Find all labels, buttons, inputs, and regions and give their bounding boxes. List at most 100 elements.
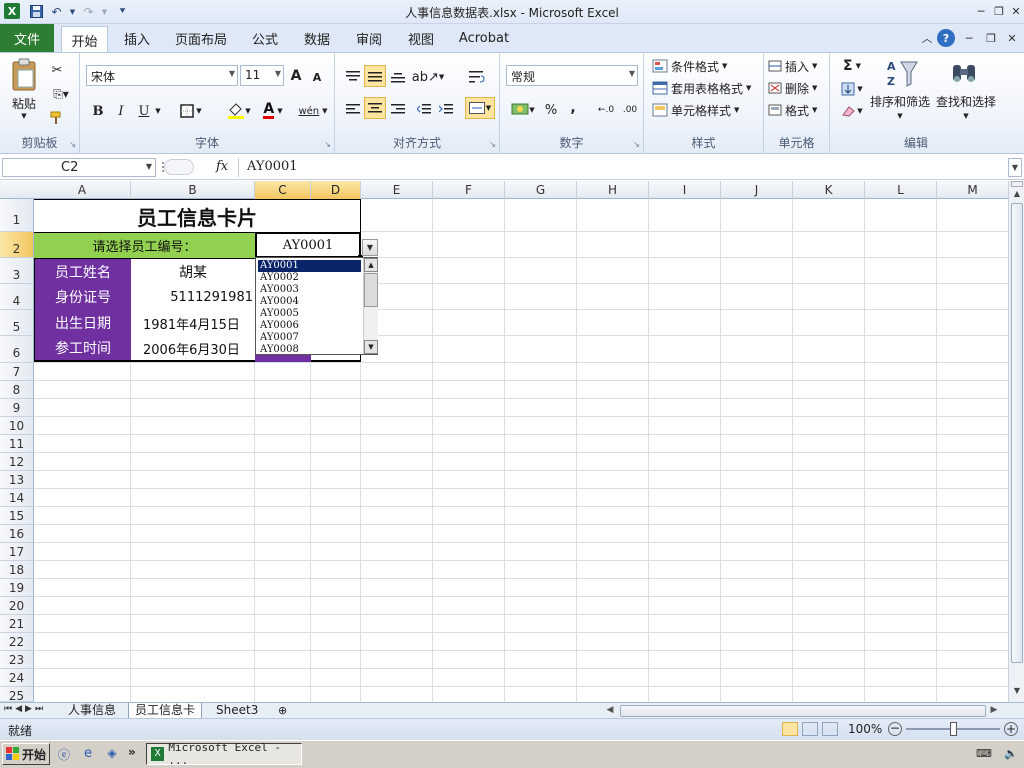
align-right-icon[interactable] <box>388 99 408 119</box>
quick-launch-ie-icon[interactable]: ⓔ <box>56 746 72 762</box>
shrink-font-button[interactable]: A <box>310 69 324 85</box>
row-header-10[interactable]: 10 <box>0 417 34 435</box>
row-header-5[interactable]: 5 <box>0 310 34 336</box>
tab-formulas[interactable]: 公式 <box>244 24 286 52</box>
zoom-in-icon[interactable]: + <box>1004 722 1018 736</box>
minimize-button[interactable]: ─ <box>972 3 990 19</box>
row-header-24[interactable]: 24 <box>0 669 34 687</box>
list-item[interactable]: AY0007 <box>258 332 361 344</box>
page-layout-view-icon[interactable] <box>802 722 818 736</box>
scroll-up-icon[interactable]: ▲ <box>364 258 378 272</box>
cell-grid[interactable]: 员工信息卡片 请选择员工编号： AY0001 ▼ 员工姓名 胡某 身份证号 51… <box>34 199 1008 702</box>
clear-icon[interactable]: ▼ <box>838 101 866 121</box>
restore-button[interactable]: ❐ <box>990 3 1008 19</box>
scroll-right-icon[interactable]: ▶ <box>988 705 1000 717</box>
row-header-6[interactable]: 6 <box>0 336 34 363</box>
insert-cells-button[interactable]: 插入 ▼ <box>768 56 828 76</box>
formula-input[interactable]: AY0001 <box>238 158 1008 177</box>
bold-button[interactable]: B <box>89 101 107 121</box>
scroll-thumb[interactable] <box>364 273 378 307</box>
column-header-k[interactable]: K <box>793 181 865 199</box>
field-value-id[interactable]: 5111291981 <box>131 284 255 310</box>
name-box[interactable]: C2 ▼ <box>2 158 156 177</box>
align-left-icon[interactable] <box>343 99 363 119</box>
sort-filter-dropdown-icon[interactable]: ▼ <box>894 111 906 121</box>
column-header-j[interactable]: J <box>721 181 793 199</box>
list-item[interactable]: AY0002 <box>258 272 361 284</box>
employee-id-cell[interactable]: AY0001 <box>255 232 361 258</box>
row-header-3[interactable]: 3 <box>0 258 34 284</box>
zoom-out-icon[interactable]: − <box>888 722 902 736</box>
list-item[interactable]: AY0001 <box>258 260 361 272</box>
row-header-1[interactable]: 1 <box>0 199 34 232</box>
cut-icon[interactable]: ✂ <box>48 61 66 79</box>
start-button[interactable]: 开始 <box>2 743 50 765</box>
align-center-icon[interactable] <box>364 97 386 119</box>
autosum-button[interactable]: Σ ▼ <box>838 56 866 76</box>
font-color-button[interactable]: A ▼ <box>258 101 288 121</box>
tab-review[interactable]: 审阅 <box>348 24 390 52</box>
cell-styles-button[interactable]: 单元格样式 ▼ <box>652 100 762 120</box>
tab-view[interactable]: 视图 <box>400 24 442 52</box>
decrease-decimal-button[interactable]: .00 <box>620 101 640 119</box>
insert-function-button[interactable]: fx <box>216 159 234 177</box>
list-item[interactable]: AY0006 <box>258 320 361 332</box>
decrease-indent-icon[interactable] <box>414 99 434 119</box>
taskbar-excel-button[interactable]: X Microsoft Excel - ... <box>146 741 302 767</box>
zoom-slider-thumb[interactable] <box>950 722 957 736</box>
row-header-22[interactable]: 22 <box>0 633 34 651</box>
format-as-table-button[interactable]: 套用表格格式 ▼ <box>652 78 764 98</box>
font-name-combo[interactable]: 宋体 ▼ <box>86 65 238 86</box>
scroll-down-icon[interactable]: ▼ <box>1010 686 1024 698</box>
row-header-17[interactable]: 17 <box>0 543 34 561</box>
copy-icon[interactable]: ⎘▾ <box>48 85 74 103</box>
column-header-m[interactable]: M <box>937 181 1008 199</box>
bottom-align-icon[interactable] <box>388 67 408 87</box>
column-header-e[interactable]: E <box>361 181 433 199</box>
fill-icon[interactable]: ▼ <box>838 79 866 99</box>
column-header-c[interactable]: C <box>255 181 311 199</box>
delete-cells-button[interactable]: 删除 ▼ <box>768 78 828 98</box>
tray-volume-icon[interactable]: 🔈 <box>1004 747 1020 761</box>
column-header-f[interactable]: F <box>433 181 505 199</box>
binoculars-icon[interactable] <box>948 57 980 89</box>
row-header-25[interactable]: 25 <box>0 687 34 702</box>
row-header-2[interactable]: 2 <box>0 232 34 258</box>
expand-formula-bar-icon[interactable]: ▼ <box>1008 158 1022 177</box>
quick-launch-app-icon[interactable]: ◈ <box>104 746 120 762</box>
page-break-view-icon[interactable] <box>822 722 838 736</box>
find-select-dropdown-icon[interactable]: ▼ <box>960 111 972 121</box>
column-header-l[interactable]: L <box>865 181 937 199</box>
column-header-h[interactable]: H <box>577 181 649 199</box>
help-icon[interactable]: ? <box>937 29 955 47</box>
underline-dropdown-icon[interactable]: ▼ <box>153 103 163 119</box>
list-item[interactable]: AY0008 <box>258 344 361 354</box>
alignment-launcher-icon[interactable]: ↘ <box>489 140 496 149</box>
row-header-20[interactable]: 20 <box>0 597 34 615</box>
tab-acrobat[interactable]: Acrobat <box>455 24 513 52</box>
tab-insert[interactable]: 插入 <box>115 24 159 52</box>
number-launcher-icon[interactable]: ↘ <box>633 140 640 149</box>
format-cells-button[interactable]: 格式 ▼ <box>768 100 828 120</box>
borders-icon[interactable]: ▼ <box>176 103 206 119</box>
scroll-thumb[interactable] <box>1011 203 1023 663</box>
zoom-level[interactable]: 100% <box>848 722 882 736</box>
increase-decimal-button[interactable]: ←.0 <box>596 101 616 119</box>
dropdown-scrollbar[interactable]: ▲ ▼ <box>363 258 378 354</box>
row-header-12[interactable]: 12 <box>0 453 34 471</box>
row-header-18[interactable]: 18 <box>0 561 34 579</box>
list-item[interactable]: AY0004 <box>258 296 361 308</box>
font-size-combo[interactable]: 11 ▼ <box>240 65 284 86</box>
comma-button[interactable]: , <box>566 99 580 117</box>
row-header-16[interactable]: 16 <box>0 525 34 543</box>
row-header-21[interactable]: 21 <box>0 615 34 633</box>
sort-filter-icon[interactable]: AZ <box>882 57 922 89</box>
sheet-tab-1[interactable]: 人事信息 <box>62 703 122 719</box>
scroll-down-icon[interactable]: ▼ <box>364 340 378 354</box>
quick-launch-more-icon[interactable]: » <box>128 745 140 761</box>
list-item[interactable]: AY0003 <box>258 284 361 296</box>
validation-dropdown-button[interactable]: ▼ <box>362 239 378 256</box>
row-header-4[interactable]: 4 <box>0 284 34 310</box>
column-header-b[interactable]: B <box>131 181 255 199</box>
field-value-birth[interactable]: 1981年4月15日 <box>131 310 255 336</box>
